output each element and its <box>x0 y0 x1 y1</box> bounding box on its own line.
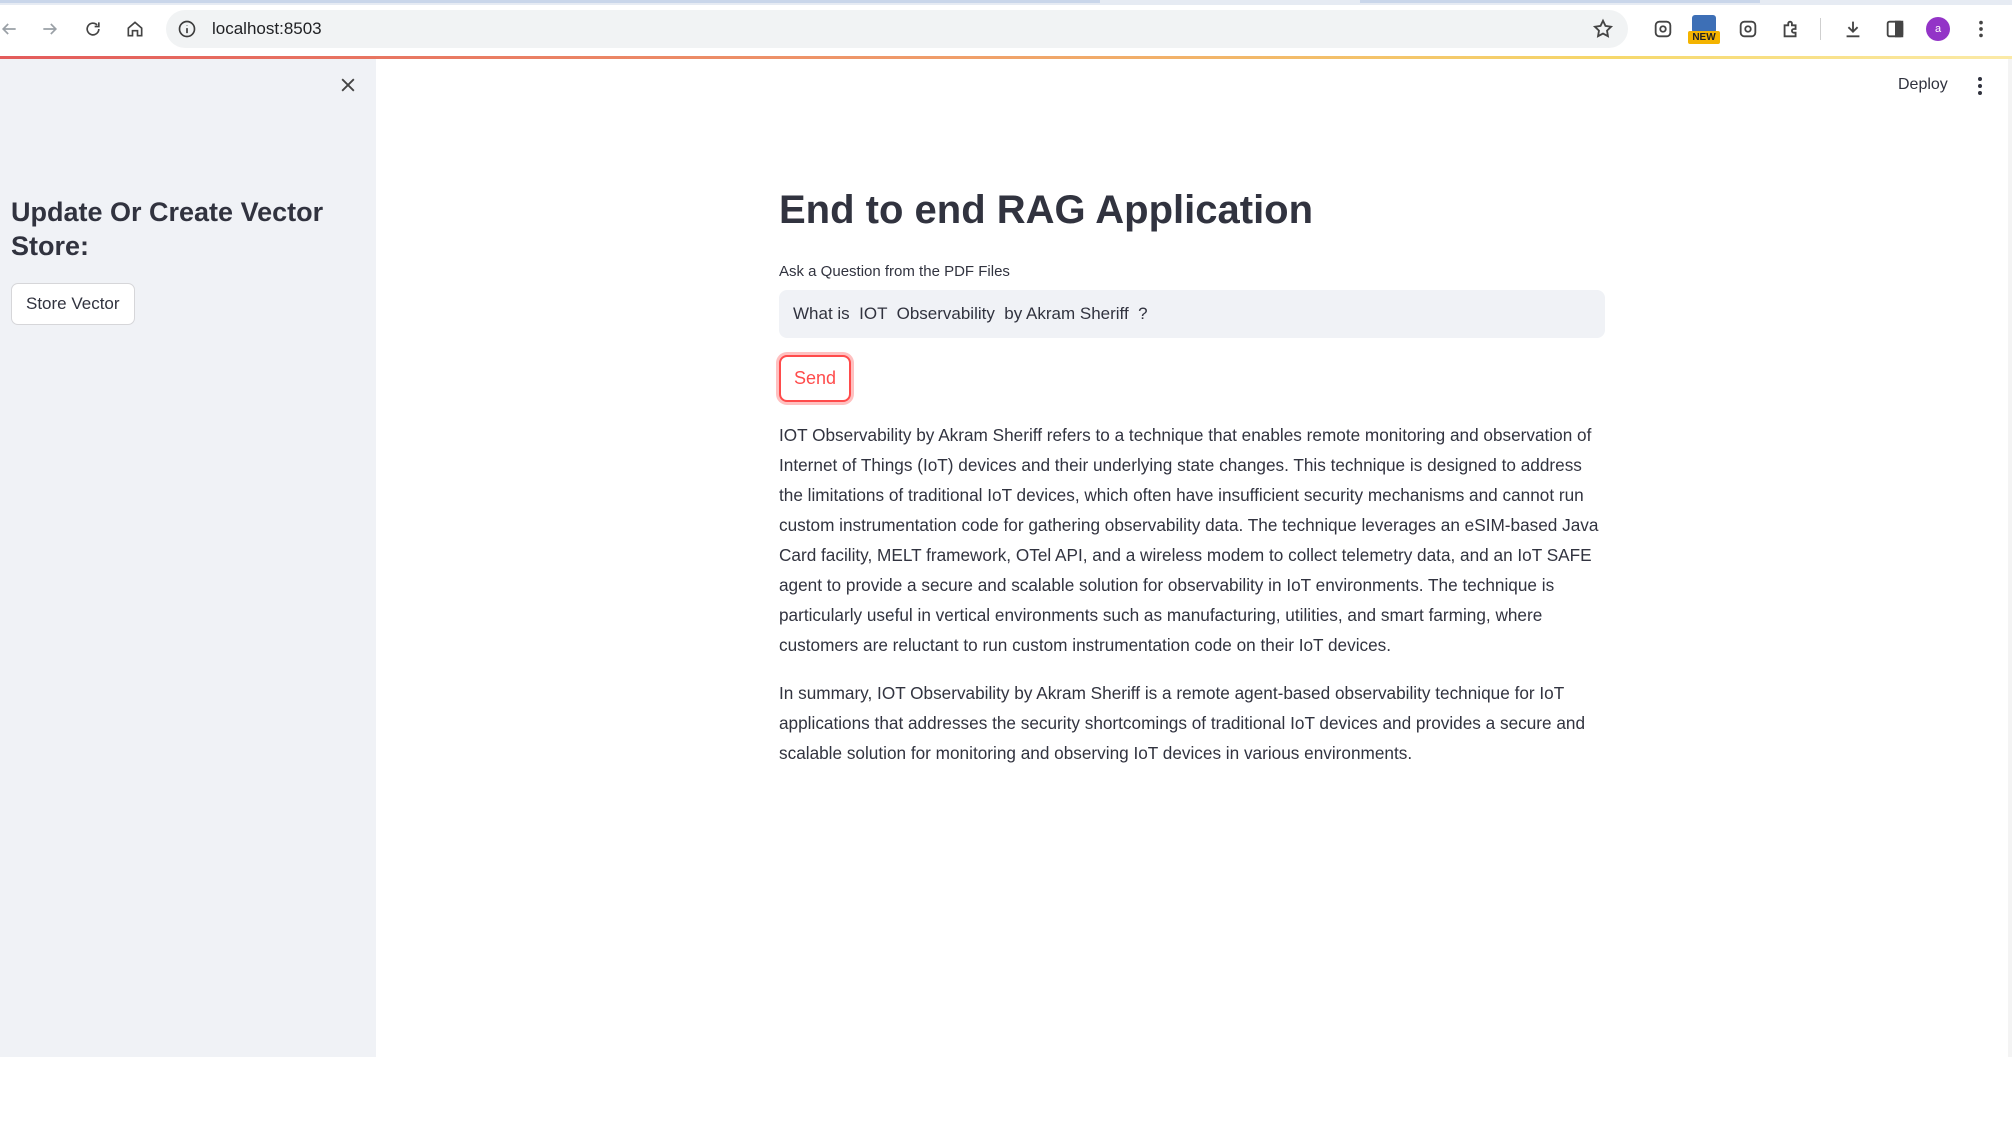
send-button[interactable]: Send <box>779 355 851 402</box>
new-badge: NEW <box>1688 31 1720 44</box>
deploy-button[interactable]: Deploy <box>1898 76 1948 94</box>
forward-icon[interactable] <box>33 12 67 46</box>
close-sidebar-icon[interactable] <box>336 73 360 97</box>
tab-strip <box>0 0 2012 5</box>
site-info-icon[interactable] <box>176 18 198 40</box>
bookmark-star-icon[interactable] <box>1592 18 1614 40</box>
browser-toolbar: localhost:8503 NEW a <box>0 0 2012 58</box>
store-vector-button[interactable]: Store Vector <box>11 283 135 325</box>
toolbar-divider <box>1820 18 1821 40</box>
side-panel-icon[interactable] <box>1880 14 1910 44</box>
sidebar-heading: Update Or Create Vector Store: <box>11 197 324 261</box>
sidebar: Update Or Create Vector Store: Store Vec… <box>0 59 376 1057</box>
answer-paragraph: IOT Observability by Akram Sheriff refer… <box>779 425 1599 655</box>
app-menu-icon[interactable] <box>1968 74 1992 98</box>
question-input[interactable] <box>779 290 1605 338</box>
browser-menu-icon[interactable] <box>1966 14 1996 44</box>
question-label: Ask a Question from the PDF Files <box>779 263 1010 280</box>
reload-icon[interactable] <box>76 12 110 46</box>
address-bar[interactable]: localhost:8503 <box>166 10 1628 48</box>
answer-paragraph: In summary, IOT Observability by Akram S… <box>779 683 1586 763</box>
extension-icon[interactable] <box>1648 14 1678 44</box>
url-text[interactable]: localhost:8503 <box>212 19 322 39</box>
extension-icon[interactable] <box>1733 14 1763 44</box>
back-icon[interactable] <box>0 12 26 46</box>
scrollbar-track[interactable] <box>2008 59 2012 1057</box>
download-icon[interactable] <box>1838 14 1868 44</box>
new-extension-icon[interactable]: NEW <box>1688 15 1720 45</box>
page-title: End to end RAG Application <box>779 188 1314 232</box>
profile-avatar[interactable]: a <box>1926 17 1950 41</box>
home-icon[interactable] <box>118 12 152 46</box>
page-bottom-blank <box>0 1057 2012 1138</box>
puzzle-extensions-icon[interactable] <box>1776 14 1806 44</box>
